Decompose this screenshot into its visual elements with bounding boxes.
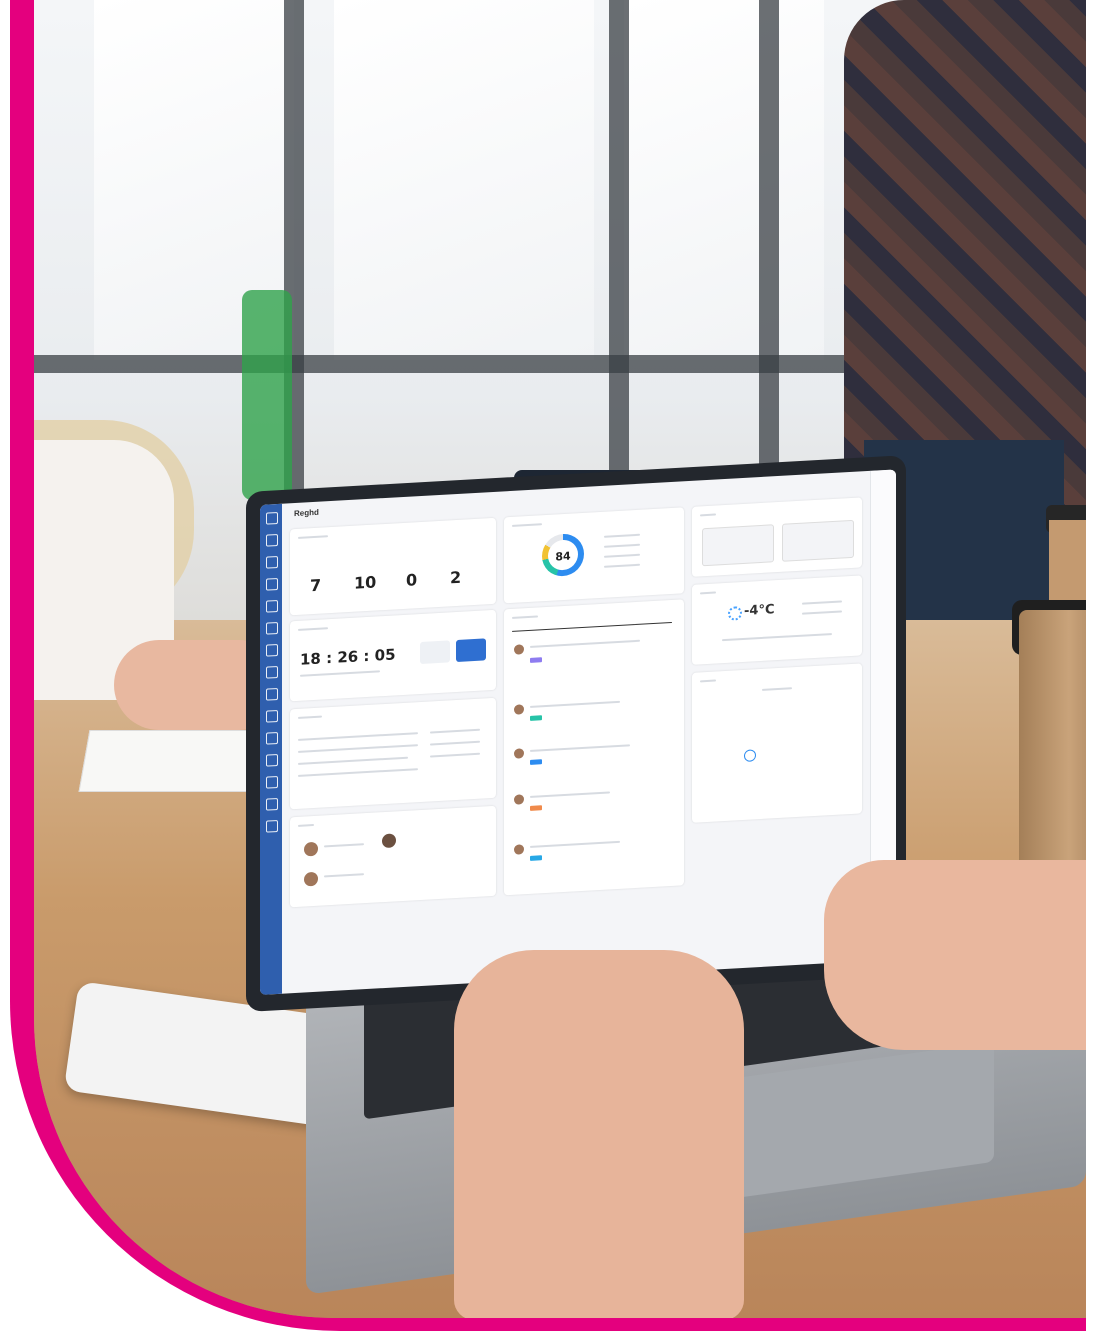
text-placeholder	[300, 670, 380, 677]
notice-card	[290, 697, 496, 810]
gauge-card: 84	[504, 507, 684, 604]
window-pane	[624, 0, 824, 360]
text-placeholder	[324, 873, 364, 878]
approval-card	[692, 497, 862, 577]
category-tag	[530, 855, 542, 861]
text-placeholder	[324, 843, 364, 848]
legend-placeholder	[604, 563, 640, 568]
gauge-ring: 84	[542, 532, 584, 578]
mail-icon[interactable]	[266, 555, 278, 569]
calendar-icon[interactable]	[266, 533, 278, 547]
menu-icon[interactable]	[266, 643, 278, 657]
weather-temperature: -4°C	[744, 602, 775, 619]
app-logo: Reghd	[294, 507, 319, 519]
category-tag	[530, 759, 542, 765]
avatar[interactable]	[382, 833, 396, 849]
approval-item[interactable]	[782, 519, 854, 562]
feed-card	[504, 599, 684, 896]
calendar-card	[692, 663, 862, 823]
text-placeholder	[298, 756, 408, 765]
menu-icon[interactable]	[266, 797, 278, 811]
legend-placeholder	[604, 553, 640, 558]
category-tag	[530, 715, 542, 721]
text-placeholder	[530, 744, 630, 752]
text-placeholder	[530, 639, 640, 648]
tab-underline	[512, 621, 672, 632]
approval-item[interactable]	[702, 524, 774, 567]
menu-icon[interactable]	[266, 819, 278, 833]
menu-icon[interactable]	[266, 665, 278, 679]
text-placeholder	[430, 740, 480, 746]
avatar[interactable]	[514, 844, 524, 855]
summary-value: 0	[406, 570, 418, 590]
text-placeholder	[298, 744, 418, 753]
left-hand	[454, 950, 744, 1318]
home-icon[interactable]	[266, 511, 278, 525]
weather-card: -4°C	[692, 575, 862, 665]
menu-icon[interactable]	[266, 775, 278, 789]
attendance-clock: 18 : 26 : 05	[300, 645, 396, 669]
weather-icon	[728, 606, 742, 621]
avatar[interactable]	[304, 841, 318, 857]
avatar[interactable]	[514, 748, 524, 759]
coffee-cup	[1049, 520, 1086, 610]
avatar[interactable]	[514, 644, 524, 655]
avatar[interactable]	[514, 794, 524, 805]
menu-icon[interactable]	[266, 731, 278, 745]
menu-icon[interactable]	[266, 687, 278, 701]
category-tag	[530, 657, 542, 663]
window-frame-post	[759, 0, 779, 520]
clock-out-button[interactable]	[456, 638, 486, 663]
laptop-screen: Reghd 7 10 0 2 18 : 26 : 05 84 -4°C	[260, 469, 896, 995]
card-title-placeholder	[298, 715, 322, 719]
clock-in-button[interactable]	[420, 640, 450, 665]
text-placeholder	[802, 610, 842, 615]
text-placeholder	[298, 732, 418, 741]
people-card	[290, 805, 496, 908]
summary-value: 7	[310, 575, 322, 596]
attendance-card: 18 : 26 : 05	[290, 609, 496, 702]
card-title-placeholder	[700, 679, 716, 683]
card-title-placeholder	[298, 823, 314, 827]
calendar-month-placeholder	[762, 687, 792, 691]
summary-value: 2	[450, 567, 462, 588]
photo-frame: Reghd 7 10 0 2 18 : 26 : 05 84 -4°C	[0, 0, 1099, 1331]
legend-placeholder	[604, 543, 640, 548]
window-pane	[334, 0, 594, 360]
text-placeholder	[722, 633, 832, 642]
office-photo: Reghd 7 10 0 2 18 : 26 : 05 84 -4°C	[34, 0, 1086, 1318]
text-placeholder	[530, 700, 620, 708]
gauge-center: 84	[548, 539, 578, 571]
card-title-placeholder	[512, 523, 542, 527]
menu-icon[interactable]	[266, 709, 278, 723]
card-title-placeholder	[298, 535, 328, 539]
page-margin	[0, 0, 10, 1331]
right-hand	[824, 860, 1086, 1050]
calendar-today[interactable]	[744, 749, 756, 762]
text-placeholder	[298, 768, 418, 777]
card-title-placeholder	[512, 615, 538, 619]
green-object	[242, 290, 292, 500]
text-placeholder	[530, 840, 620, 848]
card-title-placeholder	[700, 513, 716, 517]
summary-card: 7 10 0 2	[290, 517, 496, 616]
menu-icon[interactable]	[266, 753, 278, 767]
card-title-placeholder	[298, 627, 328, 631]
legend-placeholder	[604, 533, 640, 538]
window-frame-post	[609, 0, 629, 520]
summary-value: 10	[354, 572, 377, 593]
gauge-value: 84	[555, 549, 571, 564]
card-title-placeholder	[700, 591, 716, 595]
menu-icon[interactable]	[266, 621, 278, 635]
chart-icon[interactable]	[266, 577, 278, 591]
text-placeholder	[430, 728, 480, 734]
category-tag	[530, 805, 542, 811]
settings-icon[interactable]	[266, 599, 278, 613]
text-placeholder	[802, 600, 842, 605]
avatar[interactable]	[514, 704, 524, 715]
text-placeholder	[430, 752, 480, 758]
text-placeholder	[530, 791, 610, 798]
app-sidebar	[260, 503, 282, 995]
avatar[interactable]	[304, 871, 318, 887]
